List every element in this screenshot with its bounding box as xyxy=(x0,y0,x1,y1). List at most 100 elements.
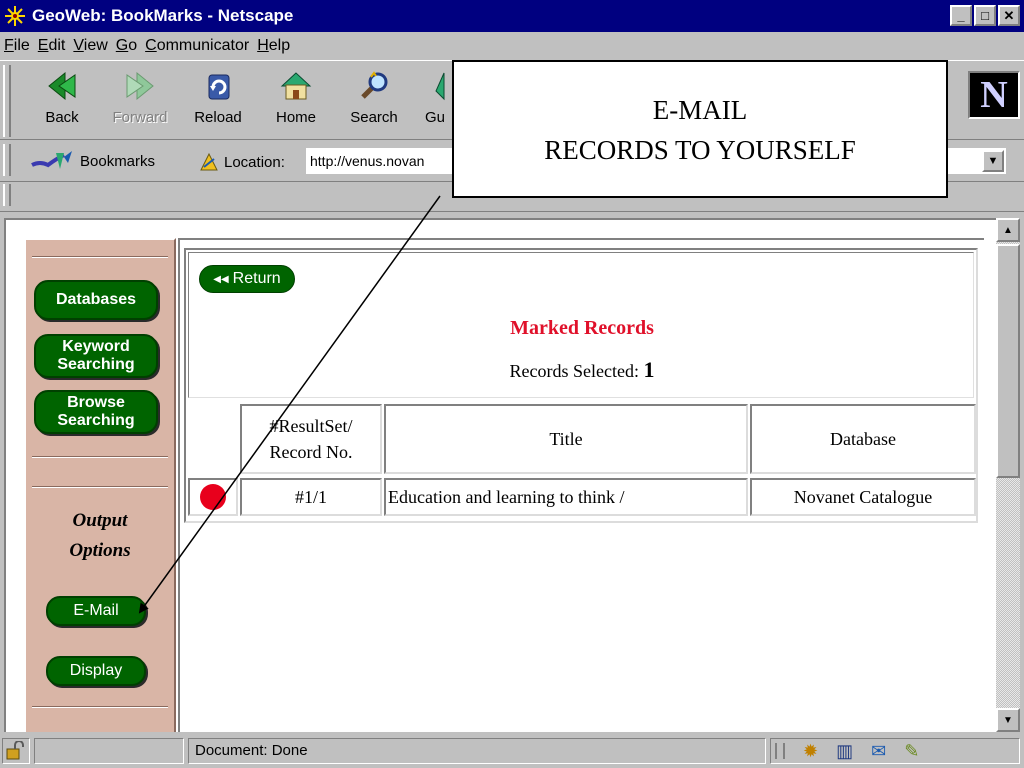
forward-button[interactable]: Forward xyxy=(108,69,172,137)
records-selected-text: Records Selected: 1 xyxy=(189,357,975,383)
navigator-icon[interactable]: ✹ xyxy=(803,741,818,762)
record-title-value: Education and learning to think / xyxy=(388,487,625,507)
window-title: GeoWeb: BookMarks - Netscape xyxy=(32,6,294,25)
menu-file[interactable]: File xyxy=(4,37,30,55)
records-selected-count: 1 xyxy=(643,357,655,382)
column-header-title-label: Title xyxy=(549,429,583,449)
display-label: Display xyxy=(69,662,123,679)
menu-edit-label: dit xyxy=(48,37,66,54)
location-label-text: Location: xyxy=(224,153,285,171)
menu-communicator-label: ommunicator xyxy=(156,37,250,54)
arrow-up-icon: ▲ xyxy=(1003,224,1013,236)
discussions-icon[interactable]: ✉ xyxy=(871,741,886,762)
column-header-title: Title xyxy=(384,404,748,474)
location-label: Location: xyxy=(198,151,285,173)
databases-button[interactable]: Databases xyxy=(34,280,158,320)
back-button[interactable]: Back xyxy=(30,69,94,137)
double-chevron-left-icon: ◀◀ xyxy=(213,273,229,285)
bookmarks-button[interactable]: Bookmarks xyxy=(30,149,155,173)
location-grip[interactable] xyxy=(3,144,11,176)
table-row-database: Novanet Catalogue xyxy=(750,478,976,516)
status-bar: Document: Done ✹ ▥ ✉ ✎ xyxy=(0,734,1024,768)
home-button[interactable]: Home xyxy=(264,69,328,137)
menu-go[interactable]: Go xyxy=(116,37,137,55)
guide-label: Gu xyxy=(424,109,445,126)
display-button[interactable]: Display xyxy=(46,656,146,686)
progress-panel xyxy=(34,738,184,764)
menu-help[interactable]: Help xyxy=(257,37,290,55)
inbox-icon[interactable]: ▥ xyxy=(836,741,853,762)
toolbar-grip[interactable] xyxy=(3,65,11,137)
arrow-down-icon: ▼ xyxy=(1003,714,1013,726)
personal-grip[interactable] xyxy=(3,184,11,206)
scroll-thumb[interactable] xyxy=(996,244,1020,478)
callout-line1: E-MAIL xyxy=(652,95,748,125)
guide-button[interactable]: Gu xyxy=(418,69,452,137)
record-database-value: Novanet Catalogue xyxy=(793,487,933,507)
red-dot-icon[interactable] xyxy=(200,484,226,510)
email-button[interactable]: E-Mail xyxy=(46,596,146,626)
column-header-record-no-line1: #ResultSet/ xyxy=(269,416,353,436)
scroll-down-button[interactable]: ▼ xyxy=(996,708,1020,732)
menu-edit[interactable]: Edit xyxy=(38,37,66,55)
component-bar: ✹ ▥ ✉ ✎ xyxy=(770,738,1020,764)
scroll-up-button[interactable]: ▲ xyxy=(996,218,1020,242)
composer-icon[interactable]: ✎ xyxy=(904,741,919,762)
forward-arrow-icon xyxy=(126,71,154,101)
keyword-searching-button[interactable]: Keyword Searching xyxy=(34,334,158,378)
close-button[interactable]: ✕ xyxy=(998,5,1020,26)
unlocked-padlock-icon xyxy=(6,740,24,760)
column-header-record-no: #ResultSet/ Record No. xyxy=(240,404,382,474)
maximize-button[interactable]: □ xyxy=(974,5,996,26)
back-label: Back xyxy=(45,109,79,126)
page-viewport: Databases Keyword Searching Browse Searc… xyxy=(4,218,996,732)
table-row-record-no: #1/1 xyxy=(240,478,382,516)
location-dropdown-button[interactable]: ▼ xyxy=(982,150,1004,172)
home-icon xyxy=(280,72,312,100)
return-button[interactable]: ◀◀ Return xyxy=(199,265,295,293)
netscape-logo[interactable]: N xyxy=(968,71,1020,119)
vertical-scrollbar[interactable]: ▲ ▼ xyxy=(996,218,1020,732)
reload-button[interactable]: Reload xyxy=(186,69,250,137)
keyword-label-line2: Searching xyxy=(57,356,135,373)
nav-divider xyxy=(32,256,168,258)
reload-icon xyxy=(208,74,230,100)
browse-label-line2: Searching xyxy=(57,412,135,429)
table-row-title[interactable]: Education and learning to think / xyxy=(384,478,748,516)
menu-help-label: elp xyxy=(268,37,291,54)
guide-icon xyxy=(435,72,445,101)
callout-box: E-MAIL RECORDS TO YOURSELF xyxy=(452,60,948,198)
component-grip-icon[interactable] xyxy=(775,743,785,759)
column-header-database: Database xyxy=(750,404,976,474)
netscape-logo-letter: N xyxy=(980,74,1008,116)
menu-file-label: ile xyxy=(13,37,30,54)
reload-label: Reload xyxy=(194,109,242,126)
page-proxy-icon[interactable] xyxy=(198,151,220,173)
page-title: Marked Records xyxy=(510,317,654,339)
menu-communicator[interactable]: Communicator xyxy=(145,37,249,55)
left-nav-frame: Databases Keyword Searching Browse Searc… xyxy=(24,238,176,732)
marked-records-table: ◀◀ Return Marked Records Records Selecte… xyxy=(184,248,978,523)
minimize-button[interactable]: _ xyxy=(950,5,972,26)
menu-view[interactable]: View xyxy=(73,37,107,55)
records-selected-label: Records Selected: xyxy=(509,361,639,381)
output-options-heading: Output Options xyxy=(40,506,160,566)
chevron-down-icon: ▼ xyxy=(987,155,999,167)
return-label: Return xyxy=(232,270,281,287)
netscape-app-icon xyxy=(5,6,25,26)
databases-label: Databases xyxy=(55,291,137,308)
search-button[interactable]: Search xyxy=(342,69,406,137)
title-bar[interactable]: GeoWeb: BookMarks - Netscape _ □ ✕ xyxy=(0,0,1024,32)
menu-bar: File Edit View Go Communicator Help xyxy=(0,32,1024,60)
column-header-database-label: Database xyxy=(830,429,896,449)
bookmarks-label: Bookmarks xyxy=(80,152,156,170)
security-lock-panel[interactable] xyxy=(2,738,30,764)
search-label: Search xyxy=(350,109,398,126)
record-marker-cell xyxy=(188,478,238,516)
menu-view-label: iew xyxy=(83,37,108,54)
nav-divider xyxy=(32,486,168,488)
nav-divider xyxy=(32,456,168,458)
browse-searching-button[interactable]: Browse Searching xyxy=(34,390,158,434)
keyword-label-line1: Keyword xyxy=(62,338,130,355)
menu-go-label: o xyxy=(128,37,138,54)
